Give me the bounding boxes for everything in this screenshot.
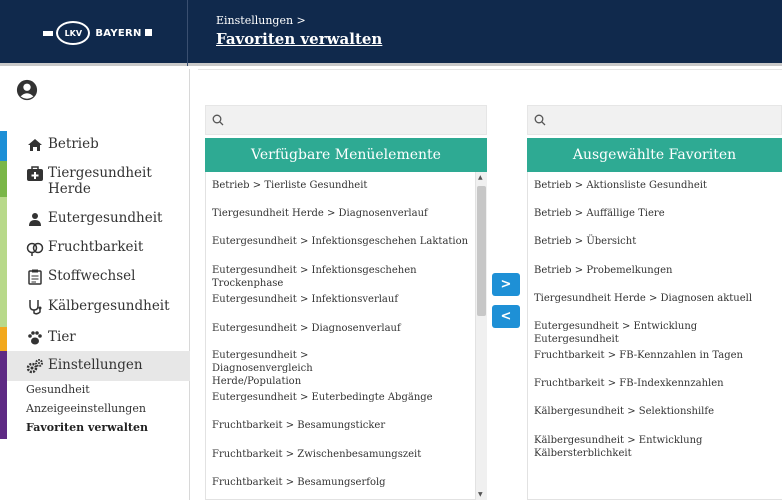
list-item[interactable]: Eutergesundheit > Infektionsverlauf <box>212 293 398 306</box>
list-item[interactable]: Eutergesundheit > Euterbedingte Abgänge <box>212 391 433 404</box>
house-icon <box>26 136 44 154</box>
list-item[interactable]: Eutergesundheit > Diagnosenverlauf <box>212 322 401 335</box>
list-item[interactable]: Kälbergesundheit > Entwicklung Kälberste… <box>534 434 782 460</box>
list-item[interactable]: Fruchtbarkeit > Zwischenbesamungszeit <box>212 448 421 461</box>
paw-icon <box>26 329 44 347</box>
clipboard-icon <box>26 268 44 286</box>
sidebar-item-label: Betrieb <box>48 136 99 152</box>
sidebar-item-label: Stoffwechsel <box>48 268 136 284</box>
sidebar: Betrieb Tiergesundheit Herde Eutergesund… <box>0 69 190 500</box>
scroll-thumb[interactable] <box>477 186 486 316</box>
sidebar-item-tier[interactable]: Tier <box>0 329 190 347</box>
list-item[interactable]: Betrieb > Auffällige Tiere <box>534 207 665 220</box>
fertility-icon <box>26 239 44 257</box>
selected-list: Betrieb > Aktionsliste Gesundheit Betrie… <box>527 172 782 500</box>
list-item[interactable]: Eutergesundheit > Entwicklung Eutergesun… <box>534 320 782 346</box>
gears-icon <box>26 357 44 375</box>
search-icon <box>534 114 546 126</box>
scroll-up-arrow-icon[interactable]: ▲ <box>478 174 483 181</box>
sidebar-item-label: Eutergesundheit <box>48 210 163 226</box>
logo-circle: LKV <box>56 21 91 45</box>
breadcrumb[interactable]: Einstellungen > <box>216 14 306 27</box>
logo-bayern-text: BAYERN <box>95 27 152 39</box>
stethoscope-icon <box>26 298 44 316</box>
sidebar-item-kaelbergesundheit[interactable]: Kälbergesundheit <box>0 298 190 316</box>
list-item[interactable]: Eutergesundheit > Infektionsgeschehen Tr… <box>212 264 486 290</box>
sidebar-subitem-gesundheit[interactable]: Gesundheit <box>26 383 90 396</box>
content-divider <box>198 69 782 70</box>
list-item[interactable]: Betrieb > Probemelkungen <box>534 264 672 277</box>
selected-header: Ausgewählte Favoriten <box>527 138 782 172</box>
sidebar-item-label: Tier <box>48 329 76 345</box>
page-title: Favoriten verwalten <box>216 30 383 48</box>
list-item[interactable]: Betrieb > Tierliste Gesundheit <box>212 179 367 192</box>
sidebar-subitem-anzeigeeinstellungen[interactable]: Anzeigeeinstellungen <box>26 402 146 415</box>
search-icon <box>212 114 224 126</box>
first-aid-icon <box>26 165 44 183</box>
logo-lkv-text: LKV <box>64 28 83 38</box>
sidebar-item-label: Fruchtbarkeit <box>48 239 144 255</box>
list-item[interactable]: Fruchtbarkeit > FB-Kennzahlen in Tagen <box>534 349 743 362</box>
list-item[interactable]: Betrieb > Übersicht <box>534 235 636 248</box>
list-item[interactable]: Kälbergesundheit > Selektionshilfe <box>534 405 714 418</box>
add-to-favorites-button[interactable]: > <box>492 273 520 296</box>
available-panel: Verfügbare Menüelemente Betrieb > Tierli… <box>205 105 487 500</box>
list-item[interactable]: Betrieb > Aktionsliste Gesundheit <box>534 179 707 192</box>
list-item[interactable]: Fruchtbarkeit > Besamungserfolg <box>212 476 386 489</box>
lkv-logo[interactable]: LKV BAYERN <box>8 0 188 66</box>
logo-bayern-label: BAYERN <box>95 27 142 39</box>
sidebar-item-stoffwechsel[interactable]: Stoffwechsel <box>0 268 190 286</box>
list-item[interactable]: Eutergesundheit > Diagnosenvergleich Her… <box>212 349 402 388</box>
sidebar-item-label: Einstellungen <box>48 357 143 373</box>
sidebar-item-einstellungen[interactable]: Einstellungen <box>0 357 190 375</box>
remove-from-favorites-button[interactable]: < <box>492 305 520 328</box>
sidebar-item-eutergesundheit[interactable]: Eutergesundheit <box>0 210 190 228</box>
sidebar-item-label: Kälbergesundheit <box>48 298 170 314</box>
sidebar-item-tiergesundheit-herde[interactable]: Tiergesundheit Herde <box>0 165 190 197</box>
selected-panel: Ausgewählte Favoriten Betrieb > Aktionsl… <box>527 105 782 500</box>
sidebar-item-label: Tiergesundheit Herde <box>48 165 152 197</box>
selected-search-input[interactable] <box>527 105 782 135</box>
available-header: Verfügbare Menüelemente <box>205 138 487 172</box>
available-scrollbar[interactable]: ▲ ▼ <box>475 172 487 500</box>
sidebar-subitem-favoriten-verwalten[interactable]: Favoriten verwalten <box>26 421 148 434</box>
list-item[interactable]: Tiergesundheit Herde > Diagnosen aktuell <box>534 292 752 305</box>
list-item[interactable]: Fruchtbarkeit > Besamungsticker <box>212 419 385 432</box>
user-avatar-icon[interactable] <box>16 79 38 101</box>
list-item[interactable]: Eutergesundheit > Infektionsgeschehen La… <box>212 235 468 248</box>
logo-bar <box>43 30 54 36</box>
logo-square <box>144 29 152 36</box>
scroll-down-arrow-icon[interactable]: ▼ <box>478 491 483 498</box>
available-list: Betrieb > Tierliste Gesundheit Tiergesun… <box>205 172 487 500</box>
available-search-input[interactable] <box>205 105 487 135</box>
udder-icon <box>26 210 44 228</box>
list-item[interactable]: Tiergesundheit Herde > Diagnosenverlauf <box>212 207 428 220</box>
sidebar-item-betrieb[interactable]: Betrieb <box>0 136 190 154</box>
sidebar-item-fruchtbarkeit[interactable]: Fruchtbarkeit <box>0 239 190 257</box>
list-item[interactable]: Fruchtbarkeit > FB-Indexkennzahlen <box>534 377 724 390</box>
app-header: LKV BAYERN Einstellungen > Favoriten ver… <box>0 0 782 66</box>
